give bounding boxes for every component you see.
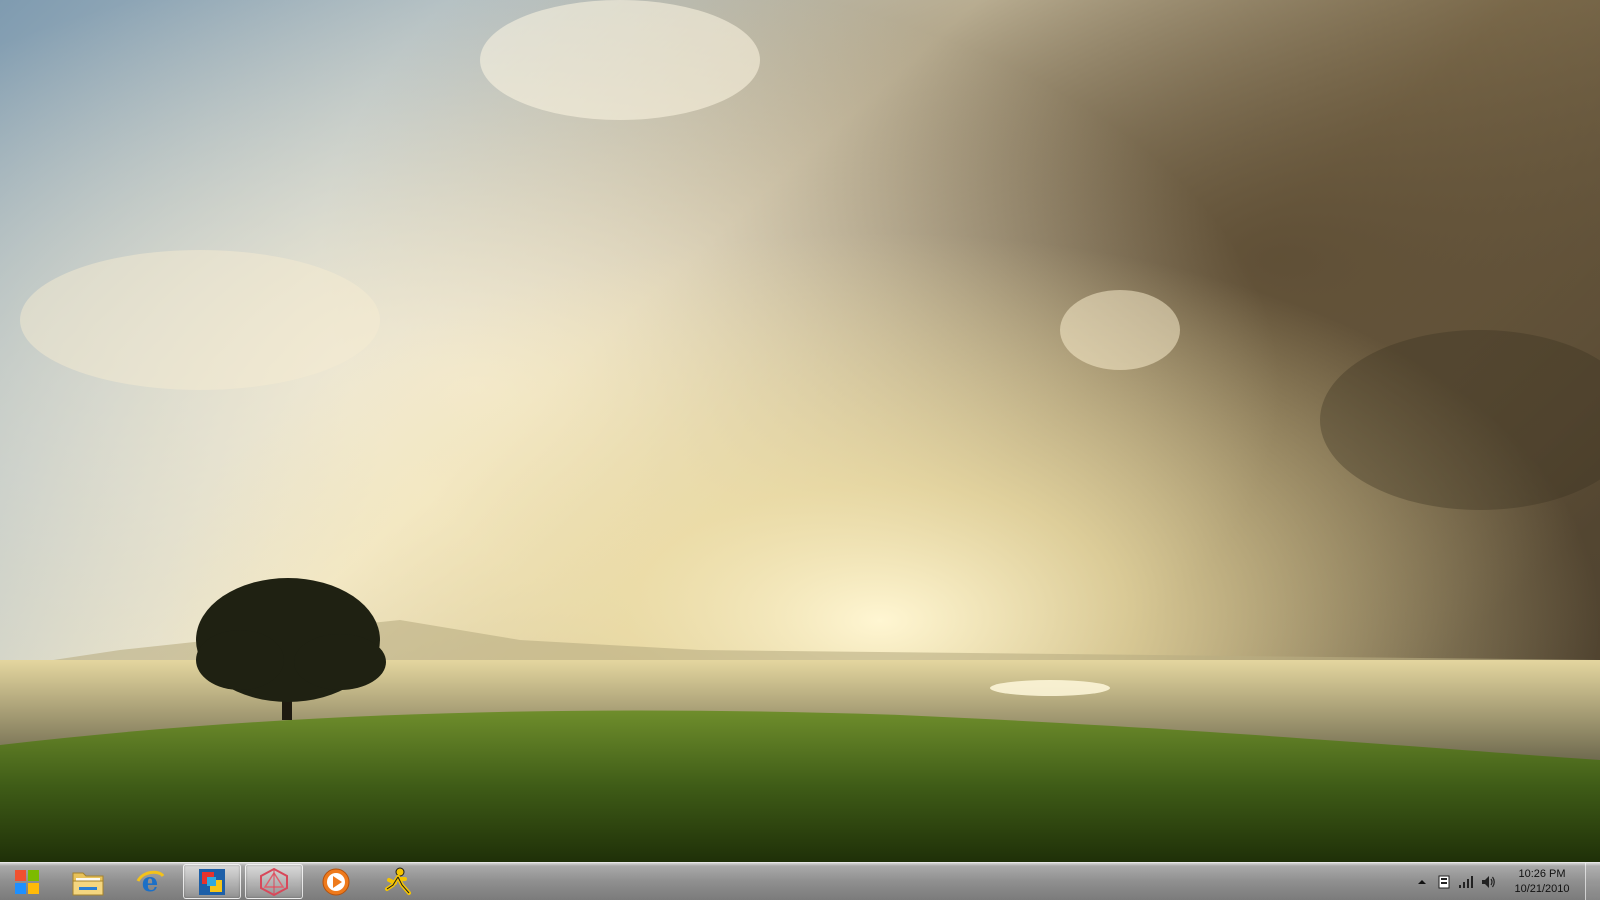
taskbar-ie-button[interactable]: e <box>121 864 179 899</box>
desktop-wallpaper <box>0 0 1600 862</box>
network-signal-icon[interactable] <box>1455 871 1477 893</box>
start-button[interactable] <box>0 864 54 899</box>
ie-icon: e <box>136 868 165 897</box>
zune-icon <box>260 867 288 896</box>
volume-icon[interactable] <box>1477 871 1499 893</box>
taskbar-explorer-button[interactable] <box>59 864 117 899</box>
tiles-app-icon <box>199 868 225 895</box>
show-hidden-chevron-icon[interactable] <box>1411 871 1433 893</box>
taskbar: e 10:26 PM 10/21/2010 <box>0 862 1600 900</box>
aim-running-man-icon <box>385 867 411 895</box>
taskbar-zune-button[interactable] <box>245 864 303 899</box>
taskbar-aim-button[interactable] <box>369 864 427 899</box>
action-center-icon[interactable] <box>1433 871 1455 893</box>
taskbar-media-player-button[interactable] <box>307 864 365 899</box>
show-desktop-button[interactable] <box>1585 863 1600 900</box>
system-tray: 10:26 PM 10/21/2010 <box>1411 863 1600 900</box>
windows-logo-icon <box>15 869 39 894</box>
folder-icon <box>72 872 104 895</box>
clock[interactable]: 10:26 PM 10/21/2010 <box>1503 867 1581 897</box>
wallpaper-image <box>0 0 1600 862</box>
play-icon <box>322 868 350 895</box>
clock-date: 10/21/2010 <box>1514 882 1570 895</box>
taskbar-tiles-app-button[interactable] <box>183 864 241 899</box>
clock-time: 10:26 PM <box>1518 867 1566 880</box>
